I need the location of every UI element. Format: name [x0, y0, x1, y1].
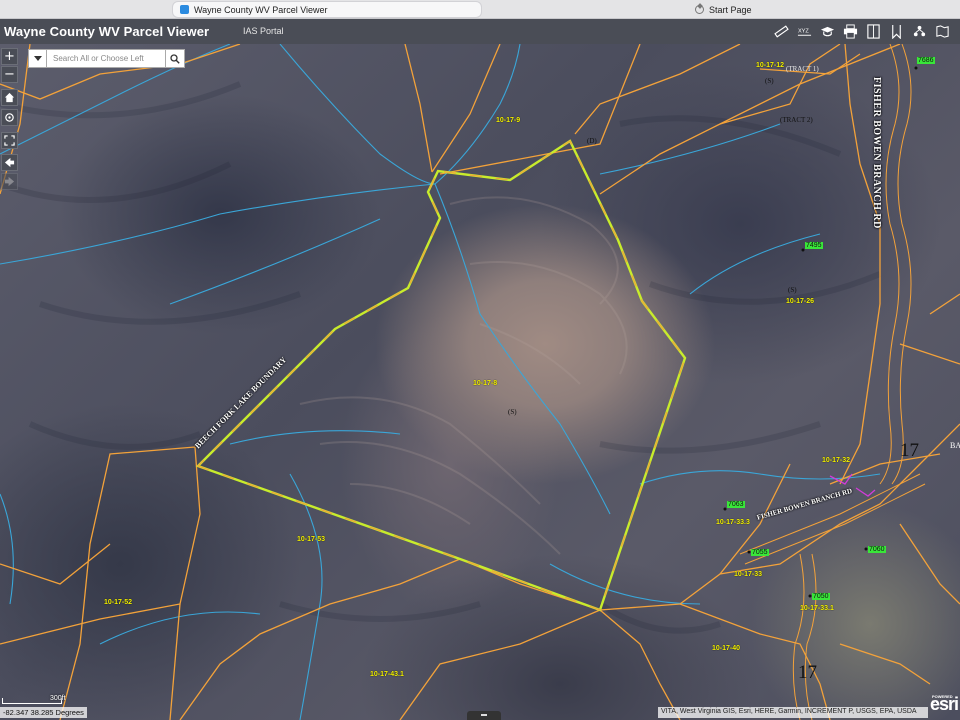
map-view[interactable]: + − 10-17-9 10-17-8 10-17-12 10-17-26 10…: [0, 44, 960, 720]
map-annotation: (TRACT 1): [786, 65, 819, 73]
parcel-label: 10-17-32: [822, 457, 851, 464]
search-button[interactable]: [166, 49, 185, 68]
bookmark-button[interactable]: [885, 19, 908, 44]
zoom-in-button[interactable]: +: [1, 48, 18, 65]
parcel-label: 10-17-52: [104, 599, 133, 606]
measure-icon: [774, 25, 789, 38]
svg-text:XYZ: XYZ: [798, 28, 809, 34]
address-point-label: 7050: [812, 593, 830, 600]
browser-tab-strip: Wayne County WV Parcel Viewer Start Page: [0, 0, 960, 19]
browser-tab-parcel-viewer[interactable]: Wayne County WV Parcel Viewer: [172, 1, 482, 18]
map-annotation: (S): [765, 77, 774, 85]
coordinate-readout: -82.347 38.285 Degrees: [0, 707, 87, 718]
map-annotation: (TRACT 2): [780, 116, 813, 124]
basemap-icon: [936, 25, 949, 38]
map-annotation-partial: BA: [950, 441, 960, 450]
xyz-coordinates-icon: XYZ: [797, 28, 812, 36]
previous-extent-button[interactable]: [1, 154, 18, 171]
browser-tab-start-page[interactable]: Start Page: [688, 1, 808, 18]
fullscreen-button[interactable]: [1, 132, 18, 149]
xyz-coordinates-button[interactable]: XYZ: [793, 19, 816, 44]
tab-label: Wayne County WV Parcel Viewer: [194, 4, 328, 15]
start-page-favicon-icon: [695, 5, 704, 14]
parcel-label: 10-17-33: [734, 571, 763, 578]
search-widget: [28, 49, 185, 68]
section-number: 17: [798, 662, 817, 683]
road-lines: [739, 44, 926, 720]
basemap-button[interactable]: [931, 19, 954, 44]
road-label-fisher-bowen-vertical: FISHER BOWEN BRANCH RD: [871, 77, 882, 229]
map-annotation: (D): [587, 137, 597, 145]
section-number: 17: [900, 440, 919, 461]
arrow-right-icon: [4, 176, 15, 187]
address-point-label: 7063: [727, 501, 745, 508]
parcel-label: 10-17-43.1: [370, 671, 404, 678]
parcel-label: 10-17-26: [786, 298, 815, 305]
address-point-label: 7055: [751, 549, 769, 556]
map-annotation: (S): [788, 286, 797, 294]
fullscreen-icon: [4, 135, 15, 146]
map-annotation: (S): [508, 408, 517, 416]
parcel-label: 10-17-33.1: [800, 605, 834, 612]
esri-logo: POWERED BY esri: [930, 694, 959, 714]
layer-list-button[interactable]: [862, 19, 885, 44]
home-button[interactable]: [1, 89, 18, 106]
scale-bar-label: 300ft: [50, 695, 66, 702]
parcel-label: 10-17-8: [473, 380, 498, 387]
ias-portal-link[interactable]: IAS Portal: [243, 26, 284, 36]
app-title: Wayne County WV Parcel Viewer: [4, 24, 210, 39]
layer-list-icon: [867, 24, 880, 39]
address-point-label: 7060: [868, 546, 886, 553]
print-button[interactable]: [839, 19, 862, 44]
tab-label: Start Page: [709, 4, 752, 15]
print-icon: [843, 24, 858, 39]
zoom-out-button[interactable]: −: [1, 66, 18, 83]
map-attribution: VITA, West Virginia GIS, Esri, HERE, Gar…: [658, 707, 928, 718]
locate-button[interactable]: [1, 109, 18, 126]
locate-icon: [5, 113, 14, 122]
search-source-dropdown[interactable]: [28, 49, 47, 68]
measure-button[interactable]: [770, 19, 793, 44]
streams: [0, 44, 881, 720]
education-button[interactable]: [816, 19, 839, 44]
legend-icon: [913, 25, 926, 37]
parcel-viewer-favicon-icon: [180, 5, 189, 14]
next-extent-button[interactable]: [1, 173, 18, 190]
parcel-label: 10-17-33.3: [716, 519, 750, 526]
address-point-label: 7686: [917, 57, 935, 64]
legend-button[interactable]: [908, 19, 931, 44]
parcel-label: 10-17-12: [756, 62, 785, 69]
app-header: Wayne County WV Parcel Viewer IAS Portal…: [0, 19, 960, 44]
search-input[interactable]: [47, 49, 166, 68]
search-icon: [170, 53, 180, 64]
home-icon: [4, 92, 15, 103]
header-toolbar: XYZ: [770, 19, 954, 44]
collapse-panel-handle[interactable]: [467, 711, 501, 720]
address-point-label: 7495: [805, 242, 823, 249]
bookmark-icon: [892, 24, 901, 39]
arrow-left-icon: [4, 157, 15, 168]
parcel-label: 10-17-9: [496, 117, 521, 124]
education-icon: [820, 26, 835, 37]
parcel-label: 10-17-53: [297, 536, 326, 543]
parcel-label: 10-17-40: [712, 645, 741, 652]
